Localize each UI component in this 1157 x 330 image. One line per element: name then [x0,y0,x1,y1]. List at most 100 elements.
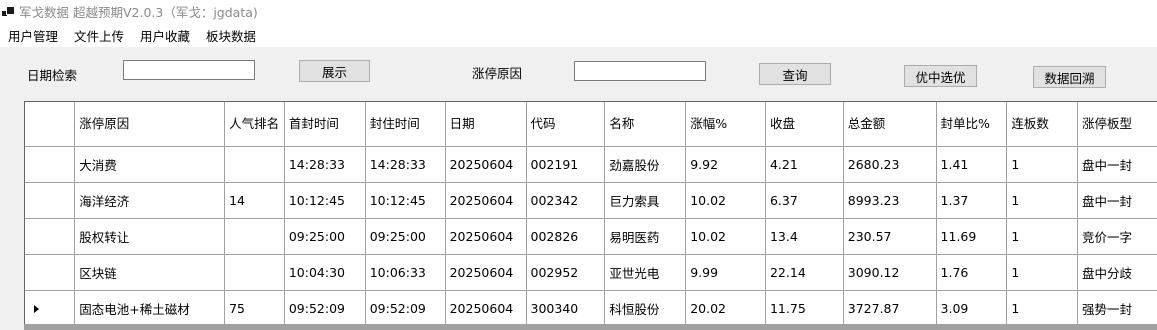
cell-code[interactable]: 002952 [526,254,606,291]
cell-code[interactable]: 002342 [526,182,606,219]
cell-seal-ratio[interactable]: 11.69 [936,218,1008,255]
cell-name[interactable]: 科恒股份 [604,290,687,327]
cell-seal-ratio[interactable]: 1.76 [936,254,1008,291]
search-button[interactable]: 查询 [759,63,831,85]
cell-board-type[interactable]: 盘中一封 [1077,182,1157,219]
cell-board-type[interactable]: 盘中分歧 [1077,254,1157,291]
col-header-board-type[interactable]: 涨停板型 [1077,102,1157,147]
cell-change-pct[interactable]: 10.02 [685,182,766,219]
cell-first-seal-time[interactable]: 10:12:45 [284,182,366,219]
cell-date[interactable]: 20250604 [445,254,527,291]
limit-reason-input[interactable] [574,61,706,81]
cell-close[interactable]: 4.21 [765,146,844,183]
col-header-date[interactable]: 日期 [445,102,527,147]
row-header[interactable] [25,218,76,255]
col-header-reason[interactable]: 涨停原因 [74,102,226,147]
cell-seal-ratio[interactable]: 3.09 [936,290,1008,327]
cell-seal-time[interactable]: 14:28:33 [365,146,446,183]
cell-reason[interactable]: 大消费 [74,146,226,183]
menu-user-management[interactable]: 用户管理 [0,26,66,45]
table-row[interactable]: 股权转让 09:25:00 09:25:00 20250604 002826 易明医药 10… [25,218,1157,255]
row-header[interactable] [25,290,76,327]
cell-popularity[interactable] [224,218,285,255]
date-search-input[interactable] [123,60,255,80]
cell-close[interactable]: 11.75 [765,290,844,327]
cell-seal-ratio[interactable]: 1.41 [936,146,1008,183]
cell-code[interactable]: 002826 [526,218,606,255]
table-row[interactable]: 固态电池+稀土磁材 75 09:52:09 09:52:09 20250604 30034… [25,290,1157,327]
cell-first-seal-time[interactable]: 10:04:30 [284,254,366,291]
cell-code[interactable]: 300340 [526,290,606,327]
cell-reason[interactable]: 区块链 [74,254,226,291]
col-header-board-count[interactable]: 连板数 [1006,102,1079,147]
cell-seal-ratio[interactable]: 1.37 [936,182,1008,219]
col-header-amount[interactable]: 总金额 [843,102,937,147]
cell-seal-time[interactable]: 10:06:33 [365,254,446,291]
cell-amount[interactable]: 2680.23 [843,146,937,183]
cell-popularity[interactable]: 14 [224,182,285,219]
menu-user-favorites[interactable]: 用户收藏 [132,26,198,45]
cell-board-count[interactable]: 1 [1006,146,1079,183]
cell-amount[interactable]: 8993.23 [843,182,937,219]
show-button[interactable]: 展示 [299,60,370,82]
cell-board-count[interactable]: 1 [1006,290,1079,327]
cell-name[interactable]: 易明医药 [604,218,687,255]
cell-board-type[interactable]: 强势一封 [1077,290,1157,327]
cell-seal-time[interactable]: 09:25:00 [365,218,446,255]
cell-seal-time[interactable]: 09:52:09 [365,290,446,327]
cell-code[interactable]: 002191 [526,146,606,183]
cell-name[interactable]: 巨力索具 [604,182,687,219]
row-header[interactable] [25,254,76,291]
cell-amount[interactable]: 230.57 [843,218,937,255]
cell-popularity[interactable]: 75 [224,290,285,327]
row-header[interactable] [25,146,76,183]
data-backtest-button[interactable]: 数据回溯 [1033,66,1106,88]
col-header-code[interactable]: 代码 [526,102,606,147]
data-grid[interactable]: 涨停原因 人气排名 首封时间 封住时间 日期 代码 名称 涨幅% 收盘 总金额 … [24,101,1157,330]
table-row[interactable]: 海洋经济 14 10:12:45 10:12:45 20250604 002342 巨力索具… [25,182,1157,219]
cell-reason[interactable]: 固态电池+稀土磁材 [74,290,226,327]
cell-first-seal-time[interactable]: 14:28:33 [284,146,366,183]
col-header-first-seal-time[interactable]: 首封时间 [284,102,366,147]
cell-first-seal-time[interactable]: 09:52:09 [284,290,366,327]
cell-seal-time[interactable]: 10:12:45 [365,182,446,219]
col-header-popularity[interactable]: 人气排名 [224,102,285,147]
cell-change-pct[interactable]: 20.02 [685,290,766,327]
pick-best-button[interactable]: 优中选优 [904,65,977,87]
cell-reason[interactable]: 海洋经济 [74,182,226,219]
cell-close[interactable]: 22.14 [765,254,844,291]
cell-change-pct[interactable]: 10.02 [685,218,766,255]
cell-reason[interactable]: 股权转让 [74,218,226,255]
cell-change-pct[interactable]: 9.92 [685,146,766,183]
cell-popularity[interactable] [224,254,285,291]
cell-amount[interactable]: 3090.12 [843,254,937,291]
cell-name[interactable]: 劲嘉股份 [604,146,687,183]
cell-board-count[interactable]: 1 [1006,182,1079,219]
col-header-change-pct[interactable]: 涨幅% [685,102,766,147]
cell-board-type[interactable]: 盘中一封 [1077,146,1157,183]
cell-popularity[interactable] [224,146,285,183]
cell-close[interactable]: 6.37 [765,182,844,219]
table-row[interactable]: 区块链 10:04:30 10:06:33 20250604 002952 亚世光电 9.9… [25,254,1157,291]
cell-first-seal-time[interactable]: 09:25:00 [284,218,366,255]
cell-name[interactable]: 亚世光电 [604,254,687,291]
col-header-seal-time[interactable]: 封住时间 [365,102,446,147]
col-header-close[interactable]: 收盘 [765,102,844,147]
col-header-name[interactable]: 名称 [604,102,687,147]
col-header-seal-ratio[interactable]: 封单比% [936,102,1008,147]
cell-close[interactable]: 13.4 [765,218,844,255]
menu-sector-data[interactable]: 板块数据 [198,26,264,45]
cell-board-type[interactable]: 竞价一字 [1077,218,1157,255]
menu-file-upload[interactable]: 文件上传 [66,26,132,45]
cell-date[interactable]: 20250604 [445,290,527,327]
cell-date[interactable]: 20250604 [445,218,527,255]
cell-amount[interactable]: 3727.87 [843,290,937,327]
row-header[interactable] [25,182,76,219]
cell-change-pct[interactable]: 9.99 [685,254,766,291]
grid-horizontal-scrollbar[interactable] [24,324,1157,330]
cell-date[interactable]: 20250604 [445,182,527,219]
cell-board-count[interactable]: 1 [1006,254,1079,291]
table-row[interactable]: 大消费 14:28:33 14:28:33 20250604 002191 劲嘉股份 9.9… [25,146,1157,183]
cell-board-count[interactable]: 1 [1006,218,1079,255]
cell-date[interactable]: 20250604 [445,146,527,183]
